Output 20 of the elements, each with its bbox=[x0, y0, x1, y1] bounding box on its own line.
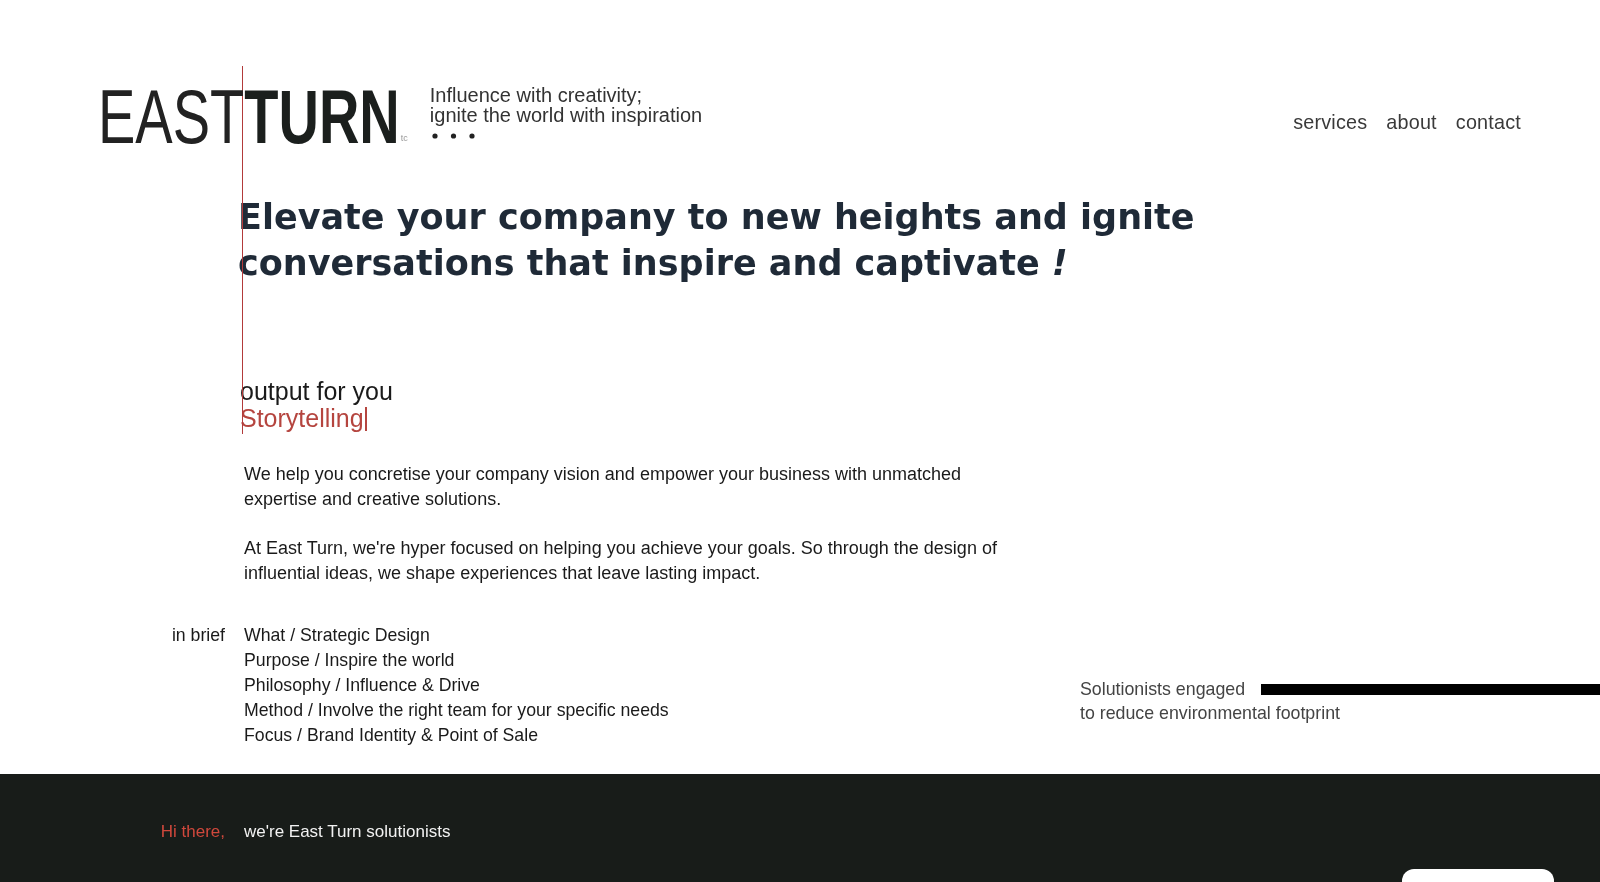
section-label: in brief bbox=[171, 624, 225, 647]
three-dots-icon bbox=[431, 133, 475, 139]
paragraph: We help you concretise your company vision and empower your business with unmatched expertise and creative solutions. bbox=[244, 463, 963, 511]
greeting-text: Hi there, bbox=[160, 821, 225, 843]
nav-link[interactable]: contact bbox=[1455, 111, 1521, 133]
engagement-text: to reduce environmental footprint bbox=[1080, 702, 1340, 725]
nav-link[interactable]: services bbox=[1293, 111, 1368, 133]
logo-suffix: tc bbox=[400, 133, 408, 143]
engagement-text: Solutionists engaged bbox=[1080, 678, 1246, 701]
brief-item: Focus / Brand Identity & Point of Sale bbox=[244, 724, 539, 747]
intro-text: we're East Turn solutionists bbox=[244, 821, 451, 843]
brief-item: Method / Involve the right team for your specific needs bbox=[244, 699, 669, 722]
tagline-text: Influence with creativity; bbox=[429, 86, 643, 106]
brief-item: Purpose / Inspire the world bbox=[244, 649, 456, 672]
logo-wordmark: TURN bbox=[244, 87, 400, 147]
paragraph: At East Turn, we're hyper focused on helping you achieve your goals. So through the design of influential ideas, we shape experiences that leave lasting impact. bbox=[244, 537, 998, 585]
brief-item: What / Strategic Design bbox=[244, 624, 431, 647]
nav-link[interactable]: about bbox=[1386, 111, 1437, 133]
brief-item: Philosophy / Influence & Drive bbox=[244, 674, 481, 697]
cursor-icon bbox=[364, 406, 367, 431]
